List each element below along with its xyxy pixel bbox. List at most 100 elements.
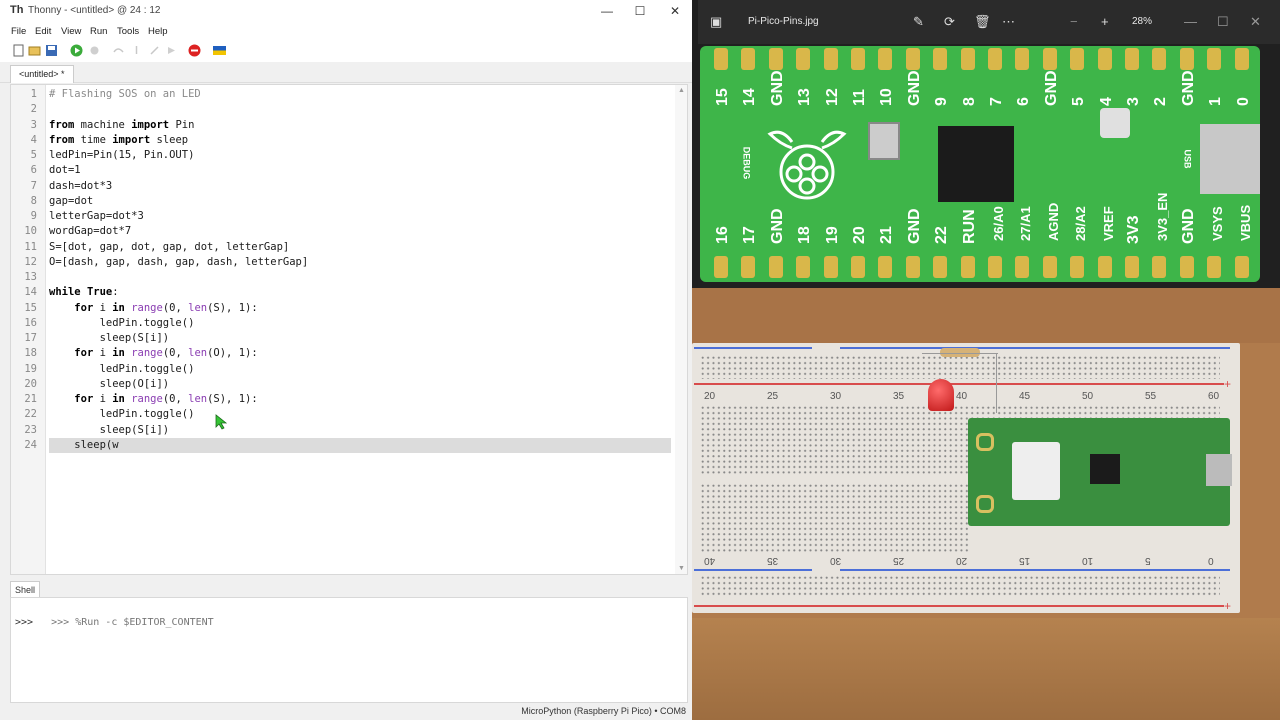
code-line[interactable]: letterGap=dot*3 (49, 209, 144, 224)
code-line[interactable]: O=[dash, gap, dash, gap, dash, letterGap… (49, 255, 308, 270)
more-options-icon[interactable]: ⋯ (1002, 14, 1015, 30)
menu-run[interactable]: Run (90, 26, 107, 37)
zoom-out-icon[interactable]: − (1070, 14, 1078, 29)
step-out-icon[interactable] (148, 44, 161, 57)
code-line[interactable]: ledPin.toggle() (49, 362, 195, 377)
pin-pad (905, 48, 920, 70)
code-line[interactable]: from machine import Pin (49, 118, 194, 133)
column-number: 40 (704, 555, 716, 566)
new-file-icon[interactable] (12, 44, 25, 57)
shell-prompt[interactable]: >>> (15, 615, 33, 630)
code-line[interactable]: for i in range(0, len(S), 1): (49, 392, 257, 407)
photo-viewer-window: ▣ Pi-Pico-Pins.jpg ✎ ⟳ 🗑 ⋯ − + 28% — ☐ ✕… (698, 0, 1280, 288)
menu-file[interactable]: File (11, 26, 26, 37)
run-icon[interactable] (70, 44, 83, 57)
viewer-minimize-button[interactable]: — (1184, 14, 1197, 29)
menu-bar: File Edit View Run Tools Help (0, 22, 692, 40)
step-over-icon[interactable] (112, 44, 125, 57)
pin-label: 6 (1015, 97, 1033, 106)
interpreter-status[interactable]: MicroPython (Raspberry Pi Pico) • COM8 (521, 706, 686, 716)
pin-label: VREF (1100, 206, 1116, 241)
code-line[interactable]: ledPin.toggle() (49, 407, 195, 422)
code-line[interactable]: # Flashing SOS on an LED (49, 87, 201, 102)
pin-pad (1125, 48, 1139, 70)
code-line[interactable]: gap=dot (49, 194, 93, 209)
pin-pad (796, 48, 811, 70)
pin-label: 5 (1070, 97, 1088, 106)
window-title: Thonny - <untitled> @ 24 : 12 (28, 5, 161, 16)
save-icon[interactable] (45, 44, 58, 57)
shell-panel[interactable]: >>> %Run -c $EDITOR_CONTENT >>> (10, 597, 688, 703)
column-number: 50 (1082, 391, 1094, 402)
line-number: 14 (24, 286, 37, 299)
viewer-close-button[interactable]: ✕ (1250, 14, 1261, 30)
pin-label: 15 (714, 88, 731, 106)
code-line[interactable]: for i in range(0, len(O), 1): (49, 346, 257, 361)
rail-blue-top (694, 347, 812, 349)
pin-label: RUN (960, 209, 978, 244)
code-line[interactable]: dot=1 (49, 163, 81, 178)
pin-label: GND (905, 70, 923, 106)
pin-pad (988, 48, 1002, 70)
line-number: 22 (24, 408, 37, 421)
code-line[interactable]: sleep(S[i]) (49, 423, 170, 438)
code-line[interactable]: sleep(O[i]) (49, 377, 170, 392)
menu-help[interactable]: Help (148, 26, 168, 37)
menu-view[interactable]: View (61, 26, 81, 37)
plus-marker-icon-2: + (1224, 599, 1232, 613)
editor-scrollbar[interactable]: ▲ ▼ (675, 85, 687, 574)
code-line[interactable]: for i in range(0, len(S), 1): (49, 301, 257, 316)
pin-pad (1070, 256, 1085, 278)
code-line[interactable]: ledPin=Pin(15, Pin.OUT) (49, 148, 194, 163)
open-folder-icon[interactable] (28, 44, 41, 57)
close-button[interactable]: ✕ (660, 2, 690, 20)
menu-edit[interactable]: Edit (35, 26, 51, 37)
code-line[interactable]: S=[dot, gap, dot, gap, dot, letterGap] (49, 240, 289, 255)
mount-hole (976, 433, 994, 451)
pico-usb (1206, 454, 1232, 486)
pin-pad (851, 48, 865, 70)
pin-pad (1042, 48, 1057, 70)
pin-pad (768, 48, 783, 70)
tab-untitled[interactable]: <untitled> * (10, 65, 74, 83)
ukraine-flag-icon[interactable] (213, 44, 226, 57)
maximize-button[interactable]: ☐ (625, 2, 655, 20)
raspberry-pi-logo-icon (767, 130, 847, 200)
gallery-icon[interactable]: ▣ (710, 14, 722, 30)
line-number: 12 (24, 255, 37, 268)
code-line[interactable]: ledPin.toggle() (49, 316, 195, 331)
code-line[interactable]: dash=dot*3 (49, 179, 112, 194)
minimize-button[interactable]: — (592, 2, 622, 20)
line-number: 13 (24, 271, 37, 283)
rotate-icon[interactable]: ⟳ (944, 14, 955, 30)
shell-tab[interactable]: Shell (10, 581, 41, 598)
debug-icon[interactable] (88, 44, 101, 57)
stop-icon[interactable] (188, 44, 201, 57)
pin-label: 2 (1152, 97, 1170, 106)
pin-pad (933, 48, 948, 70)
code-editor[interactable]: 1 2 3 4 5 6 7 8 9 10 11 12 13 14 15 16 17 18 19 20 21 22 23 24 … (10, 84, 688, 575)
code-line[interactable]: sleep(w (49, 438, 118, 453)
resume-icon[interactable] (165, 44, 178, 57)
line-number: 24 (24, 438, 37, 451)
code-line[interactable]: wordGap=dot*7 (49, 224, 131, 239)
column-number: 10 (1082, 555, 1094, 566)
delete-icon[interactable]: 🗑 (974, 14, 991, 30)
pin-label: 9 (933, 97, 951, 106)
menu-tools[interactable]: Tools (117, 26, 139, 37)
code-line[interactable]: sleep(S[i]) (49, 331, 170, 346)
pin-label: 14 (741, 88, 759, 106)
pin-label: 16 (714, 226, 731, 244)
code-line[interactable]: while True: (49, 285, 119, 300)
code-line[interactable]: from time import sleep (49, 133, 188, 148)
mouse-cursor-icon (215, 414, 227, 430)
viewer-maximize-button[interactable]: ☐ (1217, 14, 1229, 30)
pico-chip (1090, 454, 1120, 484)
pin-label: GND (1179, 208, 1197, 244)
usb-connector (1200, 124, 1260, 194)
red-led (928, 379, 954, 411)
pin-label: 3V3 (1125, 215, 1142, 244)
step-into-icon[interactable] (130, 44, 143, 57)
edit-image-icon[interactable]: ✎ (913, 14, 924, 30)
zoom-in-icon[interactable]: + (1101, 14, 1109, 29)
